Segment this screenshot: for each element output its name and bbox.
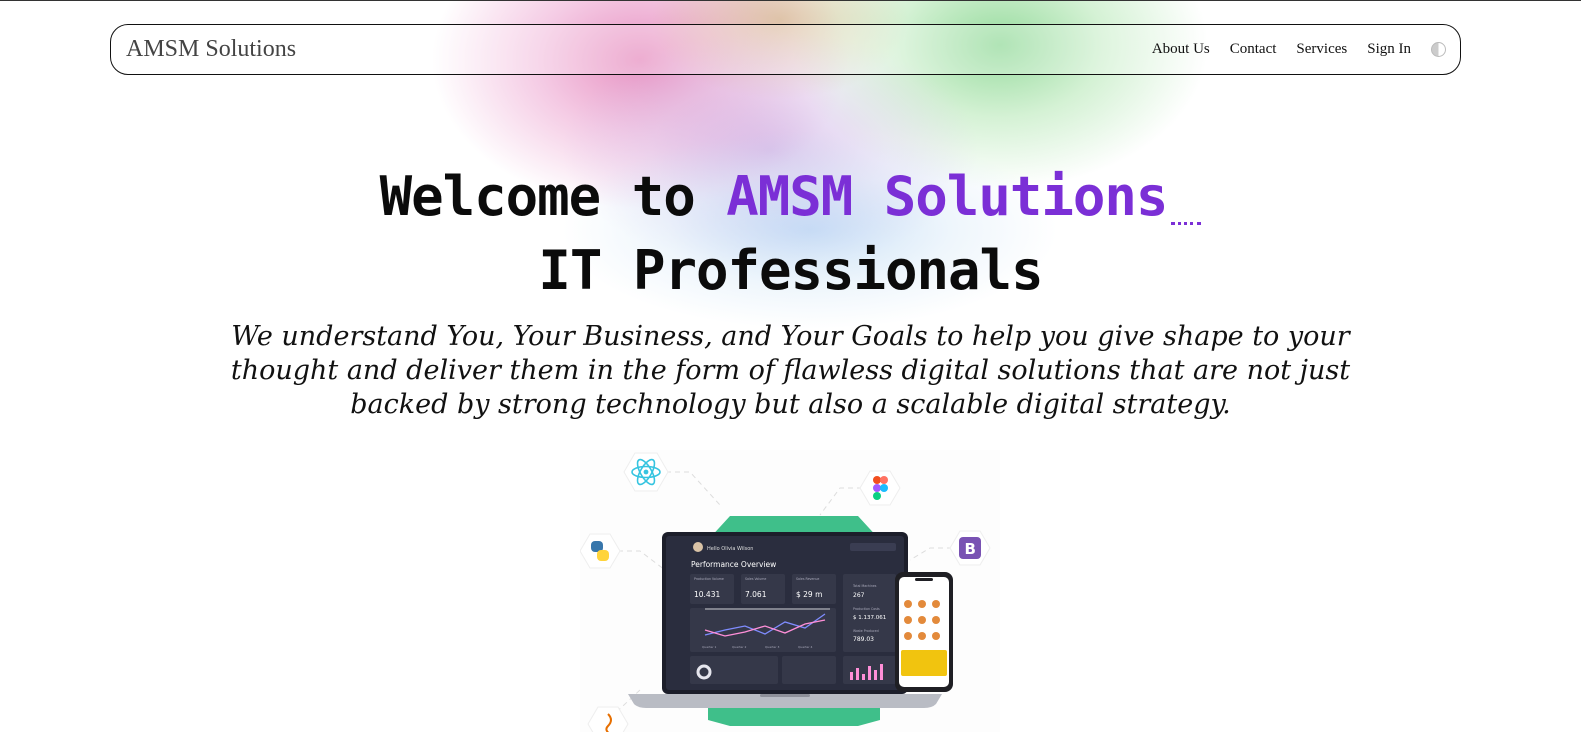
- hero-prefix: Welcome to: [379, 165, 696, 228]
- hero-line-2: IT Professionals: [538, 239, 1043, 302]
- hero-line-1: Welcome to AMSM Solutions: [0, 160, 1581, 234]
- kpi-value-3: $ 29 m: [796, 590, 822, 599]
- nav-contact[interactable]: Contact: [1230, 41, 1277, 58]
- hero-tagline: We understand You, Your Business, and Yo…: [230, 321, 1351, 420]
- side-stat-value-1: 267: [853, 592, 865, 599]
- axis-q3: Quarter 3: [765, 645, 780, 649]
- half-circle-theme-icon[interactable]: [1431, 42, 1446, 57]
- hero-illustration-svg: Hello Olivia Wilson Performance Overview…: [580, 450, 1000, 732]
- side-stat-value-3: 789.03: [853, 636, 874, 643]
- kpi-value-1: 10.431: [694, 590, 720, 599]
- hero-heading: Welcome to AMSM Solutions IT Professiona…: [0, 160, 1581, 308]
- kpi-value-2: 7.061: [745, 590, 767, 599]
- nav-services[interactable]: Services: [1296, 41, 1347, 58]
- side-stat-value-2: $ 1.137.061: [853, 615, 886, 621]
- hero-illustration: Hello Olivia Wilson Performance Overview…: [580, 450, 1000, 732]
- top-rule: [0, 0, 1581, 1]
- svg-text:B: B: [965, 540, 976, 558]
- nav-sign-in[interactable]: Sign In: [1367, 41, 1411, 58]
- side-stat-label-2: Production Costs: [853, 607, 880, 611]
- axis-q2: Quarter 2: [732, 645, 747, 649]
- typing-caret: [1171, 221, 1202, 225]
- axis-q1: Quarter 1: [702, 645, 717, 649]
- hero-accent-text: AMSM Solutions: [726, 165, 1168, 228]
- nav-links: About Us Contact Services Sign In: [1152, 41, 1446, 58]
- axis-q4: Quarter 4: [798, 645, 813, 649]
- nav-about-us[interactable]: About Us: [1152, 41, 1210, 58]
- dashboard-title: Performance Overview: [691, 560, 776, 569]
- brand-logo[interactable]: AMSM Solutions: [126, 36, 296, 63]
- kpi-label-2: Sales Volume: [745, 577, 766, 581]
- kpi-label-1: Production Volume: [694, 577, 724, 581]
- side-stat-label-3: Waste Produced: [853, 629, 879, 633]
- kpi-label-3: Sales Revenue: [796, 577, 819, 581]
- dashboard-user: Hello Olivia Wilson: [707, 546, 753, 552]
- navbar: AMSM Solutions About Us Contact Services…: [110, 24, 1461, 75]
- side-stat-label-1: Total Machines: [852, 584, 877, 588]
